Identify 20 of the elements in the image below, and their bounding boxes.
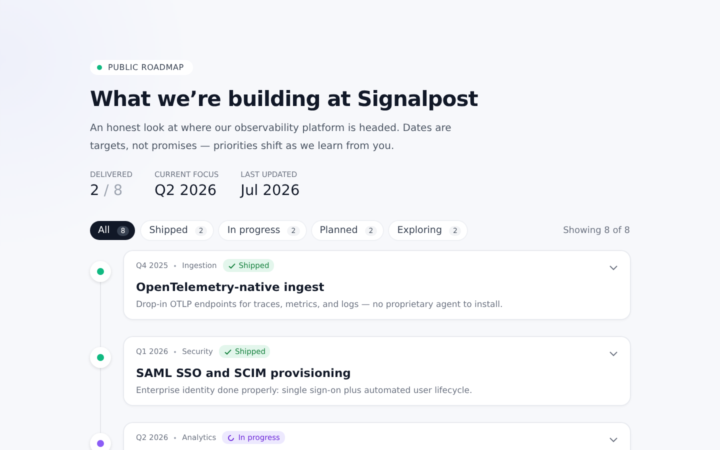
stat-value: Jul 2026 — [240, 183, 300, 199]
stat-value: 2 / 8 — [90, 183, 124, 199]
chevron-icon[interactable] — [609, 437, 618, 443]
roadmap-badge: PUBLIC ROADMAP — [90, 60, 193, 75]
page-title: What we’re building at Signalpost — [90, 87, 479, 111]
check-icon — [228, 262, 236, 270]
progress-icon — [227, 434, 236, 442]
card-title: SAML SSO and SCIM provisioning — [136, 366, 352, 380]
card-description: Drop-in OTLP endpoints for traces, metrics, and logs — no proprietary agent to install. — [136, 300, 504, 310]
chevron-icon[interactable] — [609, 265, 618, 271]
chevron-icon[interactable] — [609, 351, 618, 357]
timeline-node — [90, 433, 111, 450]
timeline-node — [90, 261, 111, 282]
card-description: Enterprise identity done properly: single sign-on plus automated user lifecycle. — [136, 386, 474, 396]
timeline-node — [90, 347, 111, 368]
showing-count: Showing 8 of 8 — [563, 226, 630, 236]
intro-text: An honest look at where our observability platform is headed. Dates are targets, not promises — priorities shift as we learn from you. — [90, 122, 452, 154]
card-title: OpenTelemetry-native ingest — [136, 280, 326, 294]
stat-value: Q2 2026 — [154, 183, 218, 199]
check-icon — [224, 348, 232, 356]
